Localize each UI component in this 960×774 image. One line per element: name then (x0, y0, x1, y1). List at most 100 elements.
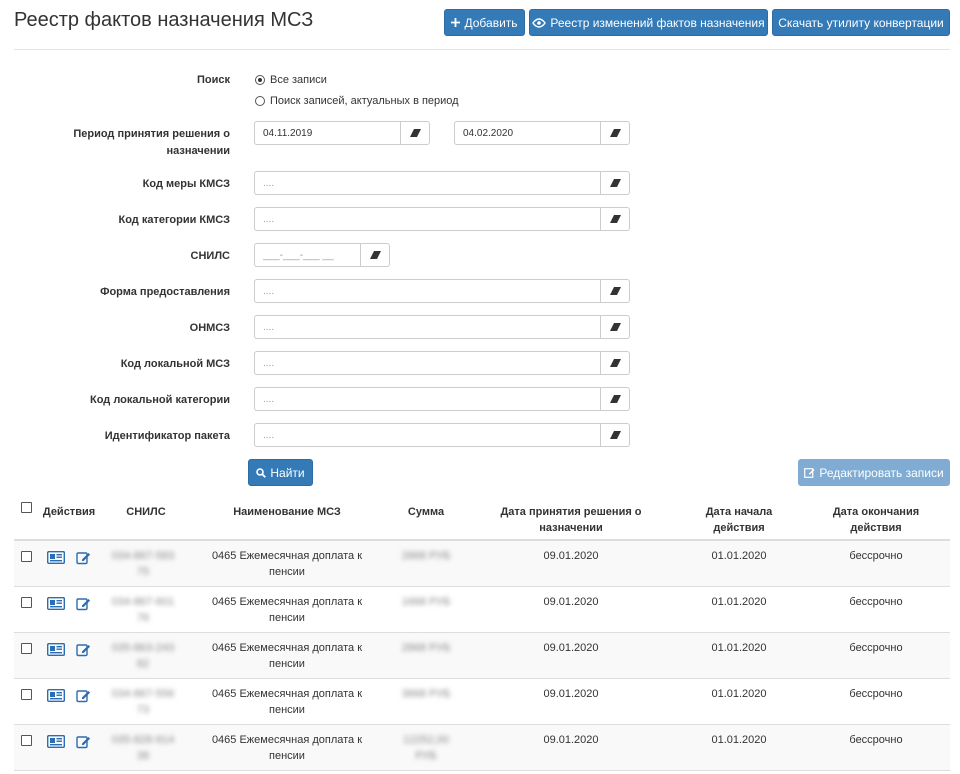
radio-period-records[interactable]: Поиск записей, актуальных в период (255, 95, 459, 107)
clear-onmsz-button[interactable] (600, 315, 630, 339)
add-button-label: Добавить (464, 15, 518, 30)
view-card-icon[interactable] (46, 550, 66, 567)
select-all-checkbox[interactable] (21, 502, 32, 513)
col-snils: СНИЛС (126, 506, 166, 518)
row-checkbox[interactable] (21, 643, 32, 654)
radio-all-records[interactable]: Все записи (255, 74, 327, 86)
row-sum: 1668 РУБ (401, 596, 451, 608)
row-sum: 3868 РУБ (401, 688, 451, 700)
page-title: Реестр фактов назначения МСЗ (14, 9, 314, 31)
clear-snils-button[interactable] (360, 243, 390, 267)
radio-icon[interactable] (255, 75, 265, 85)
local-category-group (254, 387, 630, 411)
row-start-date: 01.01.2020 (711, 734, 767, 746)
eraser-icon (609, 431, 621, 439)
add-button[interactable]: Добавить (444, 9, 525, 36)
search-icon (256, 467, 267, 478)
radio-icon[interactable] (255, 96, 265, 106)
row-decision-date: 09.01.2020 (543, 734, 599, 746)
row-sum: 2868 РУБ (401, 642, 451, 654)
package-input[interactable] (254, 423, 600, 447)
row-msz-name: 0465 Ежемесячная доплата к пенсии (211, 642, 363, 670)
col-start-date: Дата начала действия (705, 506, 773, 534)
view-card-icon[interactable] (46, 596, 66, 613)
edit-records-button[interactable]: Редактировать записи (798, 459, 950, 486)
download-utility-button-label: Скачать утилиту конвертации (778, 15, 944, 30)
period-from-input[interactable] (254, 121, 400, 145)
records-table: Действия СНИЛС Наименование МСЗ Сумма Да… (14, 496, 950, 771)
local-msz-label: Код локальной МСЗ (120, 358, 230, 370)
clear-form-provision-button[interactable] (600, 279, 630, 303)
clear-local-category-button[interactable] (600, 387, 630, 411)
row-msz-name: 0465 Ежемесячная доплата к пенсии (211, 734, 363, 762)
clear-local-msz-button[interactable] (600, 351, 630, 375)
row-snils: 034-867-601 76 (111, 596, 175, 624)
period-to-input[interactable] (454, 121, 600, 145)
table-row: 035-863-243 82 0465 Ежемесячная доплата … (14, 633, 950, 679)
onmsz-input[interactable] (254, 315, 600, 339)
period-label: Период принятия решения о назначении (73, 128, 230, 157)
edit-records-button-label: Редактировать записи (819, 465, 944, 480)
row-end-date: бессрочно (849, 642, 903, 654)
row-end-date: бессрочно (849, 550, 903, 562)
kmsz-input[interactable] (254, 171, 600, 195)
table-row: 034-867-601 76 0465 Ежемесячная доплата … (14, 587, 950, 633)
snils-input[interactable] (254, 243, 360, 267)
page-header: Реестр фактов назначения МСЗ Добавить Ре… (14, 0, 950, 50)
form-provision-label: Форма предоставления (100, 286, 230, 298)
view-card-icon[interactable] (46, 688, 66, 705)
row-start-date: 01.01.2020 (711, 550, 767, 562)
row-sum: 2868 РУБ (401, 550, 451, 562)
kmsz-category-group (254, 207, 630, 231)
clear-package-button[interactable] (600, 423, 630, 447)
eraser-icon (609, 215, 621, 223)
row-snils: 034-867-556 73 (111, 688, 175, 716)
find-button[interactable]: Найти (248, 459, 313, 486)
kmsz-category-input[interactable] (254, 207, 600, 231)
kmsz-group (254, 171, 630, 195)
radio-all-records-label: Все записи (270, 74, 327, 86)
changes-registry-button[interactable]: Реестр изменений фактов назначения (529, 9, 768, 36)
local-category-input[interactable] (254, 387, 600, 411)
edit-row-icon[interactable] (76, 642, 91, 660)
row-checkbox[interactable] (21, 551, 32, 562)
row-decision-date: 09.01.2020 (543, 550, 599, 562)
row-end-date: бессрочно (849, 734, 903, 746)
clear-period-to-button[interactable] (600, 121, 630, 145)
row-msz-name: 0465 Ежемесячная доплата к пенсии (211, 596, 363, 624)
clear-period-from-button[interactable] (400, 121, 430, 145)
clear-kmsz-button[interactable] (600, 171, 630, 195)
local-msz-input[interactable] (254, 351, 600, 375)
edit-row-icon[interactable] (76, 688, 91, 706)
changes-registry-button-label: Реестр изменений фактов назначения (550, 15, 765, 30)
period-to-group (454, 121, 630, 145)
eye-icon (532, 17, 547, 28)
row-msz-name: 0465 Ежемесячная доплата к пенсии (211, 550, 363, 578)
package-label: Идентификатор пакета (104, 430, 230, 442)
view-card-icon[interactable] (46, 642, 66, 659)
form-provision-group (254, 279, 630, 303)
onmsz-group (254, 315, 630, 339)
search-label: Поиск (196, 74, 230, 86)
radio-period-records-label: Поиск записей, актуальных в период (270, 95, 459, 107)
download-utility-button[interactable]: Скачать утилиту конвертации (772, 9, 950, 36)
edit-row-icon[interactable] (76, 596, 91, 614)
local-category-label: Код локальной категории (90, 394, 230, 406)
snils-label: СНИЛС (190, 250, 230, 262)
eraser-icon (609, 323, 621, 331)
eraser-icon (369, 251, 381, 259)
snils-group (254, 243, 390, 267)
row-checkbox[interactable] (21, 597, 32, 608)
form-provision-input[interactable] (254, 279, 600, 303)
row-checkbox[interactable] (21, 689, 32, 700)
view-card-icon[interactable] (46, 734, 66, 751)
edit-row-icon[interactable] (76, 550, 91, 568)
row-snils: 034-867-583 75 (111, 550, 175, 578)
eraser-icon (609, 359, 621, 367)
row-checkbox[interactable] (21, 735, 32, 746)
eraser-icon (609, 129, 621, 137)
edit-row-icon[interactable] (76, 734, 91, 752)
col-end-date: Дата окончания действия (832, 506, 920, 534)
kmsz-category-label: Код категории КМСЗ (118, 214, 230, 226)
clear-kmsz-category-button[interactable] (600, 207, 630, 231)
